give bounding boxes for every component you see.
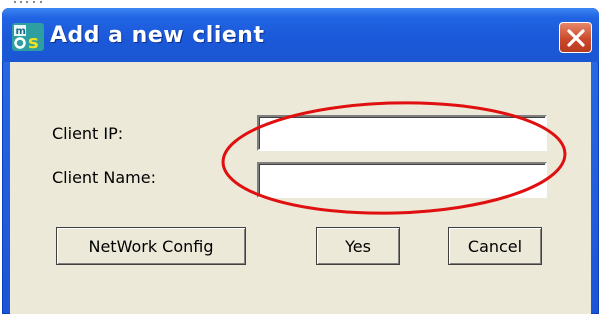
window-title: Add a new client	[50, 23, 265, 48]
client-name-label: Client Name:	[52, 168, 156, 187]
title-bar[interactable]: m s Add a new client	[2, 8, 599, 62]
close-icon	[567, 29, 585, 47]
dialog-window: m s Add a new client Client IP: Client N…	[2, 8, 599, 314]
network-config-button[interactable]: NetWork Config	[56, 227, 246, 265]
client-ip-label: Client IP:	[52, 124, 124, 143]
client-ip-input[interactable]	[257, 115, 547, 151]
svg-text:s: s	[28, 32, 39, 51]
yes-button[interactable]: Yes	[316, 227, 400, 265]
client-name-input[interactable]	[257, 162, 547, 198]
cancel-button[interactable]: Cancel	[448, 227, 542, 265]
top-edge-dots	[0, 0, 601, 8]
close-button[interactable]	[559, 22, 592, 53]
dialog-body: Client IP: Client Name: NetWork Config Y…	[10, 62, 591, 314]
app-logo-icon: m s	[12, 23, 44, 51]
svg-text:m: m	[16, 26, 26, 37]
